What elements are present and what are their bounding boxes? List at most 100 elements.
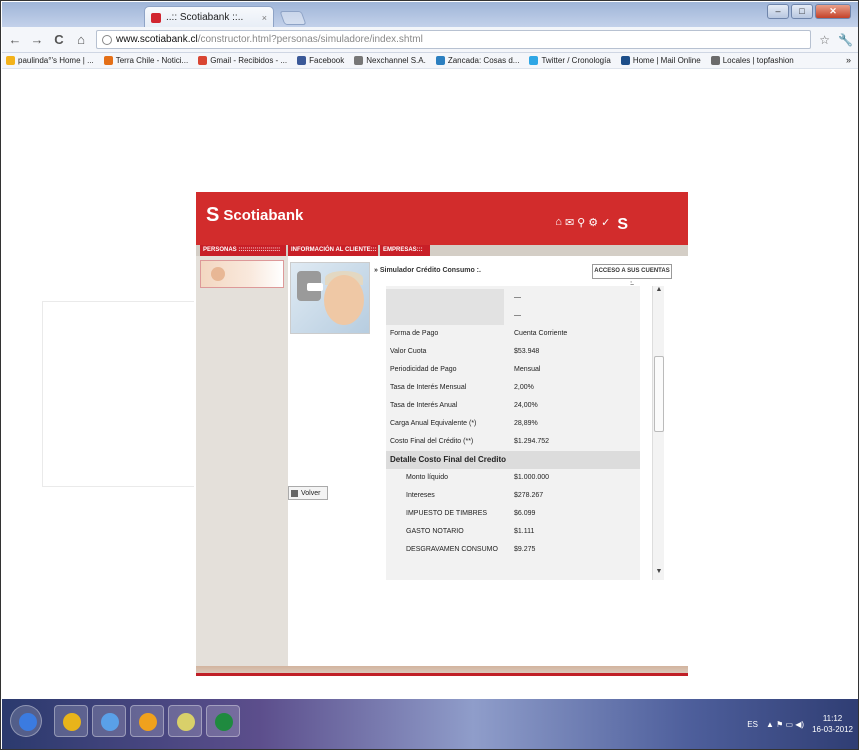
result-row: IMPUESTO DE TIMBRES $6.099 [386, 505, 640, 523]
taskbar-notes-button[interactable] [168, 705, 202, 737]
page-info-icon[interactable] [102, 34, 112, 45]
browser-tab[interactable]: ..:: Scotiabank ::.. × [144, 6, 274, 28]
bookmark-item[interactable]: Gmail - Recibidos - ... [198, 56, 287, 65]
bookmark-item[interactable]: Nexchannel S.A. [354, 56, 426, 65]
sidebar-person-image [211, 267, 225, 281]
itunes-icon [101, 713, 119, 731]
system-tray: ES ▲ ⚑ ▭ ◀) 11:12 16-03-2012 [747, 713, 853, 735]
bookmark-item[interactable]: Twitter / Cronología [529, 56, 611, 65]
internet-icon [139, 713, 157, 731]
result-label: Costo Final del Crédito (**) [390, 438, 474, 445]
check-icon[interactable]: ✓ [601, 216, 610, 234]
bookmark-item[interactable]: Facebook [297, 56, 344, 65]
bookmarks-overflow-icon[interactable]: » [846, 55, 851, 65]
window-controls: – □ ✕ [767, 4, 851, 19]
result-value: $6.099 [514, 510, 536, 517]
bookmark-item[interactable]: Locales | topfashion [710, 56, 794, 65]
result-row: Tasa de Interés Anual 24,00% [386, 397, 640, 415]
bookmark-item[interactable]: Home | Mail Online [620, 56, 701, 65]
scotiabank-favicon-icon [151, 12, 161, 23]
person-face [324, 275, 364, 325]
minimize-button[interactable]: – [767, 4, 789, 19]
taskbar-excel-button[interactable] [206, 705, 240, 737]
scroll-thumb[interactable] [654, 356, 664, 432]
result-value: $9.275 [514, 546, 536, 553]
bookmark-item[interactable]: Terra Chile - Notici... [103, 56, 189, 65]
promo-photo [290, 262, 370, 334]
result-row: Costo Final del Crédito (**) $1.294.752 [386, 433, 640, 451]
maximize-button[interactable]: □ [791, 4, 813, 19]
result-row: Monto líquido $1.000.000 [386, 469, 640, 487]
language-indicator[interactable]: ES [747, 720, 758, 729]
result-value: $278.267 [514, 492, 544, 499]
clock-time: 11:12 [822, 714, 843, 723]
tab-empresas[interactable]: EMPRESAS::: [380, 245, 430, 256]
wrench-menu-icon[interactable]: 🔧 [838, 33, 853, 47]
site-nav: PERSONAS ::::::::::::::::::::: INFORMACI… [196, 245, 688, 256]
scroll-up-icon[interactable]: ▲ [653, 286, 665, 298]
bookmark-item[interactable]: Zancada: Cosas d... [435, 56, 519, 65]
start-icon [19, 713, 37, 731]
tray-icons[interactable]: ▲ ⚑ ▭ ◀) [766, 720, 804, 729]
result-label: Tasa de Interés Mensual [390, 384, 467, 391]
tab-personas[interactable]: PERSONAS ::::::::::::::::::::: [200, 245, 286, 256]
tab-informacion-cliente[interactable]: INFORMACIÓN AL CLIENTE::: [288, 245, 378, 256]
result-label: Carga Anual Equivalente (*) [390, 420, 477, 427]
home-icon[interactable]: ⌂ [74, 32, 88, 47]
sidebar [196, 256, 288, 666]
notes-icon [177, 713, 195, 731]
scotiabank-s-icon[interactable]: S [617, 216, 628, 234]
bookmark-label: Gmail - Recibidos - ... [210, 56, 288, 65]
sitemap-icon[interactable]: ⚲ [577, 216, 585, 234]
result-value: $53.948 [514, 348, 540, 355]
scroll-down-icon[interactable]: ▼ [653, 568, 665, 580]
forward-icon[interactable]: → [30, 32, 44, 47]
result-value: 24,00% [514, 402, 538, 409]
back-icon[interactable]: ← [8, 32, 22, 47]
close-window-button[interactable]: ✕ [815, 4, 851, 19]
reload-icon[interactable]: C [52, 32, 66, 47]
settings-icon[interactable]: ⚙ [588, 216, 598, 234]
volver-button[interactable]: Volver [288, 486, 328, 500]
screen: ..:: Scotiabank ::.. × – □ ✕ ← → C ⌂ www… [0, 0, 859, 750]
bookmark-label: Locales | topfashion [722, 56, 794, 65]
result-value: Mensual [514, 366, 541, 373]
bookmark-label: Terra Chile - Notici... [115, 56, 189, 65]
chrome-icon [63, 713, 81, 731]
scotiabank-logo[interactable]: S Scotiabank [206, 204, 303, 227]
bookmark-star-icon[interactable]: ☆ [819, 33, 830, 47]
windows-taskbar: ES ▲ ⚑ ▭ ◀) 11:12 16-03-2012 [2, 699, 858, 749]
taskbar-internet-button[interactable] [130, 705, 164, 737]
clock[interactable]: 11:12 16-03-2012 [812, 713, 853, 735]
brand-name: Scotiabank [223, 207, 304, 224]
address-bar[interactable]: www.scotiabank.cl /constructor.html?pers… [96, 30, 812, 49]
result-value: — [514, 294, 521, 301]
browser-titlebar: ..:: Scotiabank ::.. × – □ ✕ [2, 2, 858, 28]
bookmark-label: Nexchannel S.A. [366, 56, 426, 65]
taskbar-start-button[interactable] [10, 705, 42, 737]
taskbar-chrome-button[interactable] [54, 705, 88, 737]
tab-close-icon[interactable]: × [262, 13, 267, 23]
sidebar-banner[interactable] [200, 260, 284, 288]
results-table: — — Forma de Pago Cuenta Corriente Valor Cuo… [386, 286, 640, 580]
result-row: Detalle Costo Final del Credito [386, 451, 640, 469]
result-row: Tasa de Interés Mensual 2,00% [386, 379, 640, 397]
scotiabank-site: S Scotiabank ⌂ ✉ ⚲ ⚙ ✓ S PERSONAS ::::::… [196, 192, 688, 676]
bookmark-favicon-icon [710, 56, 720, 65]
result-value: $1.111 [514, 528, 535, 535]
result-row: Valor Cuota $53.948 [386, 343, 640, 361]
bookmark-label: Home | Mail Online [632, 56, 701, 65]
results-scrollbar[interactable]: ▲ ▼ [652, 286, 664, 580]
result-row: GASTO NOTARIO $1.111 [386, 523, 640, 541]
result-row: — [386, 289, 640, 307]
site-header: S Scotiabank ⌂ ✉ ⚲ ⚙ ✓ S [196, 192, 688, 245]
taskbar-itunes-button[interactable] [92, 705, 126, 737]
home-icon[interactable]: ⌂ [555, 216, 562, 234]
bookmark-favicon-icon [620, 56, 630, 65]
mail-icon[interactable]: ✉ [565, 216, 574, 234]
new-tab-button[interactable] [279, 11, 307, 25]
result-value: $1.294.752 [514, 438, 550, 445]
acceso-cuentas-button[interactable]: ACCESO A SUS CUENTAS :. [592, 264, 672, 287]
bookmark-favicon-icon [297, 56, 307, 65]
bookmark-item[interactable]: paulinda°'s Home | ... [6, 56, 94, 65]
